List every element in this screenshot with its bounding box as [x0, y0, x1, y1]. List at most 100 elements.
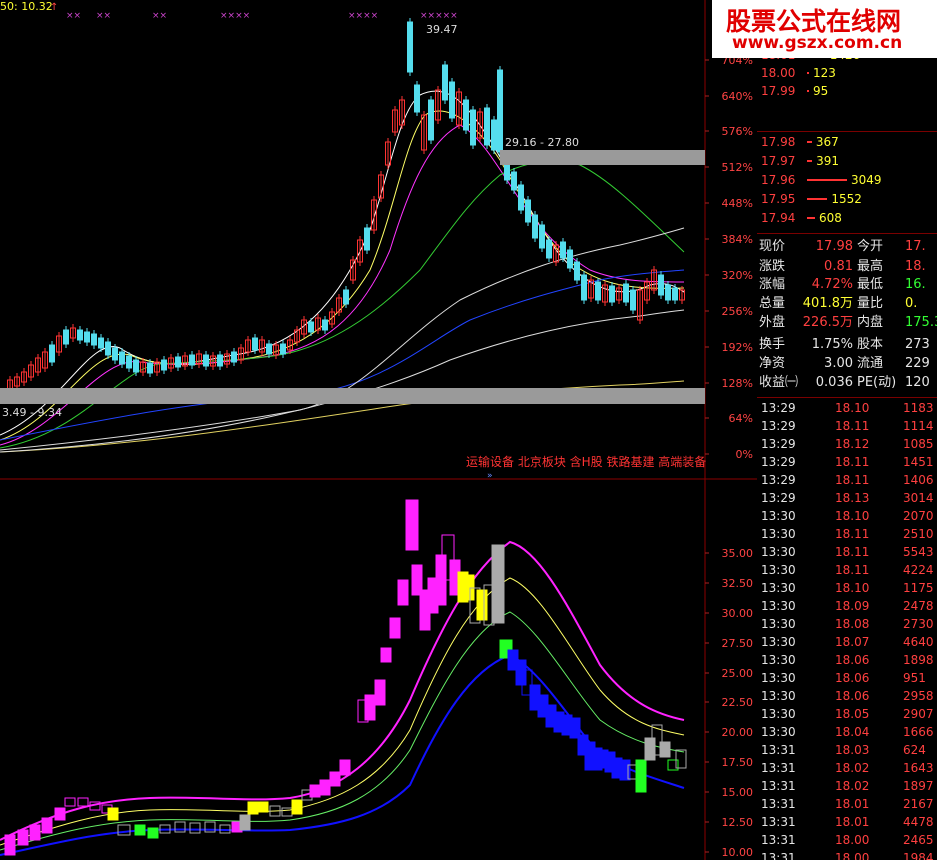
candlestick[interactable]	[581, 274, 587, 301]
candlestick[interactable]	[49, 344, 55, 363]
indicator-bar[interactable]	[644, 737, 656, 761]
candlestick[interactable]	[484, 107, 490, 146]
indicator-bar[interactable]	[491, 544, 505, 624]
candlestick[interactable]	[428, 99, 434, 141]
tick-row[interactable]: 13:31 18.01 4478	[757, 813, 937, 831]
tick-row[interactable]: 13:30 18.08 2730	[757, 615, 937, 633]
candlestick[interactable]	[630, 289, 636, 311]
candlestick[interactable]	[91, 333, 97, 346]
indicator-bar[interactable]	[319, 779, 331, 796]
bid-row[interactable]: 17.94 608	[757, 209, 937, 227]
tick-row[interactable]: 13:31 18.03 624	[757, 741, 937, 759]
candlestick[interactable]	[175, 356, 181, 368]
candlestick[interactable]	[414, 84, 420, 113]
indicator-bar[interactable]	[339, 759, 351, 776]
indicator-bar[interactable]	[64, 797, 76, 807]
candlestick[interactable]	[532, 214, 538, 239]
candlestick[interactable]	[665, 284, 671, 301]
ask-row[interactable]: 17.99 95	[757, 82, 937, 100]
indicator-bar[interactable]	[659, 741, 671, 758]
indicator-bar[interactable]	[189, 822, 201, 834]
concept-tags[interactable]: 运输设备 北京板块 含H股 铁路基建 高端装备	[466, 454, 706, 469]
candlestick[interactable]	[126, 355, 132, 369]
candlestick[interactable]	[161, 359, 167, 371]
indicator-bar[interactable]	[257, 801, 269, 813]
candlestick[interactable]	[560, 241, 566, 259]
tick-row[interactable]: 13:31 18.02 1643	[757, 759, 937, 777]
tick-row[interactable]: 13:30 18.11 5543	[757, 543, 937, 561]
candlestick[interactable]	[308, 321, 314, 333]
indicator-bar[interactable]	[309, 784, 321, 798]
candlestick[interactable]	[491, 119, 497, 151]
tick-row[interactable]: 13:29 18.11 1114	[757, 417, 937, 435]
tick-row[interactable]: 13:31 18.02 1897	[757, 777, 937, 795]
tick-row[interactable]: 13:30 18.11 2510	[757, 525, 937, 543]
tick-row[interactable]: 13:30 18.09 2478	[757, 597, 937, 615]
tick-row[interactable]: 13:29 18.13 3014	[757, 489, 937, 507]
candlestick[interactable]	[343, 289, 349, 305]
candlestick[interactable]	[470, 109, 476, 146]
indicator-bar[interactable]	[29, 824, 41, 841]
bid-row[interactable]: 17.95 1552	[757, 190, 937, 208]
candlestick[interactable]	[518, 184, 524, 211]
indicator-bar[interactable]	[17, 829, 29, 846]
candlestick[interactable]	[525, 199, 531, 223]
candlestick[interactable]	[147, 362, 153, 374]
indicator-bar[interactable]	[147, 827, 159, 839]
indicator-bar[interactable]	[291, 799, 303, 815]
indicator-bar[interactable]	[329, 771, 341, 787]
expand-arrow-icon[interactable]: »	[487, 471, 493, 480]
indicator-bar[interactable]	[281, 807, 293, 817]
candlestick[interactable]	[77, 329, 83, 341]
candlestick[interactable]	[546, 239, 552, 259]
candlestick[interactable]	[133, 359, 139, 373]
tick-row[interactable]: 13:30 18.10 1175	[757, 579, 937, 597]
indicator-bar[interactable]	[4, 834, 16, 856]
indicator-bar[interactable]	[54, 807, 66, 821]
candlestick[interactable]	[442, 64, 448, 101]
indicator-bar[interactable]	[397, 579, 409, 606]
candlestick[interactable]	[364, 227, 370, 251]
tick-row[interactable]: 13:29 18.11 1451	[757, 453, 937, 471]
candlestick[interactable]	[672, 287, 678, 301]
indicator-bar[interactable]	[134, 824, 146, 836]
bid-row[interactable]: 17.97 391	[757, 152, 937, 170]
indicator-bar[interactable]	[107, 807, 119, 821]
candlestick[interactable]	[189, 354, 195, 366]
candlestick[interactable]	[203, 354, 209, 367]
tick-row[interactable]: 13:30 18.06 2958	[757, 687, 937, 705]
candlestick[interactable]	[658, 274, 664, 296]
candlestick[interactable]	[217, 354, 223, 367]
candlestick[interactable]	[280, 343, 286, 355]
candlestick[interactable]	[252, 337, 258, 351]
candlestick[interactable]	[511, 171, 517, 191]
indicator-bar[interactable]	[117, 824, 131, 836]
candlestick[interactable]	[497, 69, 503, 153]
tick-row[interactable]: 13:31 18.01 2167	[757, 795, 937, 813]
candlestick[interactable]	[567, 249, 573, 269]
candlestick[interactable]	[231, 351, 237, 363]
tick-row[interactable]: 13:29 18.10 1183	[757, 399, 937, 417]
candlestick[interactable]	[407, 21, 413, 73]
tick-row[interactable]: 13:30 18.06 1898	[757, 651, 937, 669]
candlestick[interactable]	[63, 329, 69, 345]
tick-row[interactable]: 13:31 18.00 2465	[757, 831, 937, 849]
indicator-bar[interactable]	[515, 659, 527, 686]
indicator-bar[interactable]	[364, 694, 376, 721]
candlestick[interactable]	[266, 343, 272, 355]
tick-row[interactable]: 13:30 18.06 951	[757, 669, 937, 687]
candlestick[interactable]	[574, 261, 580, 281]
indicator-bar[interactable]	[77, 797, 89, 807]
tick-row[interactable]: 13:29 18.12 1085	[757, 435, 937, 453]
candlestick[interactable]	[84, 331, 90, 343]
tick-row[interactable]: 13:30 18.11 4224	[757, 561, 937, 579]
indicator-bar[interactable]	[635, 759, 647, 793]
indicator-bar[interactable]	[380, 647, 392, 663]
indicator-bar[interactable]	[405, 499, 419, 551]
tick-row[interactable]: 13:30 18.05 2907	[757, 705, 937, 723]
tick-row[interactable]: 13:31 18.00 1984	[757, 849, 937, 860]
ask-row[interactable]: 18.00 123	[757, 64, 937, 82]
indicator-chart[interactable]: 35.00 32.50 30.00 27.50 25.00 22.50 20.00 17.50…	[0, 480, 757, 860]
candlestick[interactable]	[609, 285, 615, 303]
tick-row[interactable]: 13:29 18.11 1406	[757, 471, 937, 489]
